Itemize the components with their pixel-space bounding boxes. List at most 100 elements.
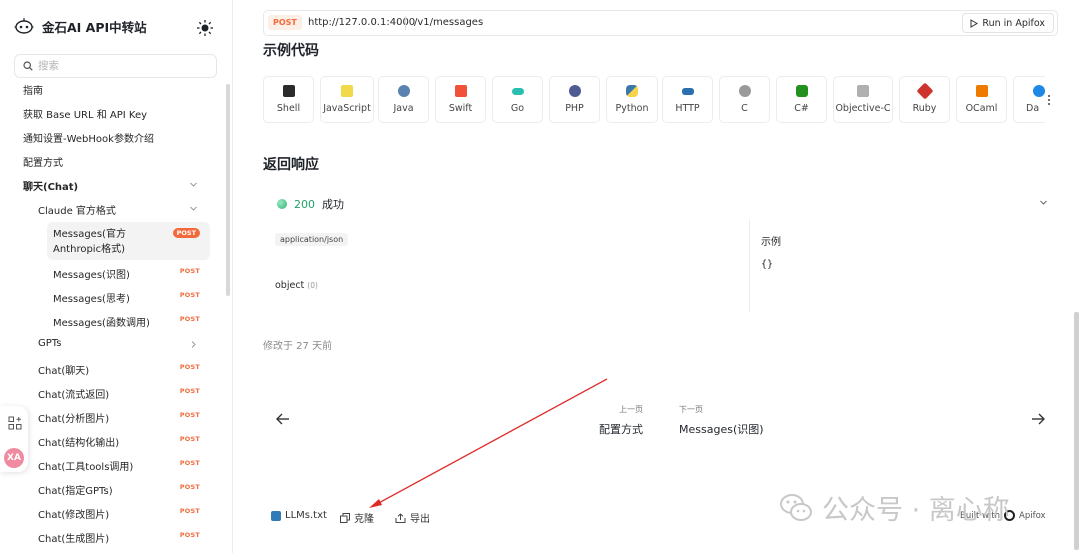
lang-label: C# [794,103,809,114]
method-badge: POST [179,387,200,395]
lang-tab-javascript[interactable]: JavaScript [320,76,374,123]
content-type-badge[interactable]: application/json [275,233,349,246]
lang-tab-shell[interactable]: Shell [263,76,314,123]
sidebar-group-label: 聊天(Chat) [23,182,79,193]
sidebar-item-chat-generate-image[interactable]: Chat(生成图片) POST [0,526,212,548]
chevron-down-icon [190,182,197,187]
c-icon [738,85,751,97]
sidebar-item-chat-edit-image[interactable]: Chat(修改图片) POST [0,502,212,524]
llms-label: LLMs.txt [285,510,327,521]
sidebar-item-webhook[interactable]: 通知设置-WebHook参数介绍 [0,126,212,148]
sun-icon[interactable] [196,19,214,37]
sidebar-item-messages-vision[interactable]: Messages(识图) POST [0,262,212,284]
status-text: 成功 [322,198,344,211]
search-box[interactable] [14,54,217,78]
lang-tab-swift[interactable]: Swift [435,76,486,123]
method-badge: POST [179,315,200,323]
sidebar-item-chat[interactable]: Chat(聊天) POST [0,358,212,380]
sidebar-item-label: Chat(分析图片) [38,414,110,425]
sidebar-item-label: 获取 Base URL 和 API Key [23,110,148,121]
main-scrollbar[interactable] [1074,312,1079,550]
sidebar-item-label: Chat(流式返回) [38,390,110,401]
lang-label: Go [510,103,525,114]
lang-tab-python[interactable]: Python [606,76,658,123]
sidebar-item-chat-stream[interactable]: Chat(流式返回) POST [0,382,212,404]
sidebar-item-config[interactable]: 配置方式 [0,150,212,172]
method-badge: POST [179,507,200,515]
more-vertical-icon[interactable] [1047,94,1051,106]
lang-tab-ocaml[interactable]: OCaml [956,76,1007,123]
sidebar-item-chat-tools[interactable]: Chat(工具tools调用) POST [0,454,212,476]
sidebar: 金石AI API中转站 指南 获取 Base URL 和 API Key [0,0,233,553]
base-url: http://127.0.0.1:4000 [308,17,416,28]
sidebar-item-label: Messages(函数调用) [53,318,150,329]
arrow-right-icon[interactable] [1030,411,1046,427]
sidebar-group-claude[interactable]: Claude 官方格式 [0,198,212,220]
translate-badge[interactable]: XA [4,448,24,468]
sidebar-item-label: Chat(修改图片) [38,510,110,521]
lang-tab-php[interactable]: PHP [549,76,600,123]
schema-type: object (0) [275,280,318,291]
sidebar-scrollbar[interactable] [226,84,230,296]
sidebar-item-label: Chat(工具tools调用) [38,462,134,473]
sidebar-item-messages-thinking[interactable]: Messages(思考) POST [0,286,212,308]
method-badge: POST [179,459,200,467]
response-status-row[interactable]: 200 成功 [277,196,344,212]
endpoint-path: /v1/messages [414,17,484,28]
status-code: 200 [294,197,315,211]
llms-link[interactable]: LLMs.txt [271,510,327,521]
lang-tab-dart[interactable]: Da [1013,76,1045,123]
clone-button[interactable]: 克隆 [340,510,374,525]
divider [749,220,750,312]
brand-title: 金石AI API中转站 [42,19,147,35]
sidebar-item-messages-functions[interactable]: Messages(函数调用) POST [0,310,212,332]
sidebar-item-chat-image-analysis[interactable]: Chat(分析图片) POST [0,406,212,428]
schema-count: (0) [307,281,318,290]
lang-tab-c[interactable]: C [719,76,770,123]
lang-tab-objective-c[interactable]: Objective-C [833,76,893,123]
dart-icon [1032,85,1045,97]
lang-tab-csharp[interactable]: C# [776,76,827,123]
arrow-left-icon[interactable] [275,411,291,427]
method-badge: POST [179,483,200,491]
lang-tab-ruby[interactable]: Ruby [899,76,950,123]
export-button[interactable]: 导出 [395,510,430,525]
sidebar-group-gpts[interactable]: GPTs [0,334,212,356]
apps-icon[interactable] [8,416,22,430]
status-dot-icon [277,199,287,209]
lang-label: C [741,103,748,114]
prev-page-link[interactable]: 配置方式 [563,421,643,437]
method-badge: POST [179,267,200,275]
request-url-bar: POST http://127.0.0.1:4000 /v1/messages … [263,10,1058,36]
next-page-caption: 下一页 [679,405,703,414]
lang-tab-go[interactable]: Go [492,76,543,123]
sidebar-item-label: Chat(聊天) [38,366,90,377]
sidebar-item-messages-active[interactable]: Messages(官方Anthropic格式) POST [47,222,210,260]
clone-label: 克隆 [354,514,374,525]
lang-tab-java[interactable]: Java [378,76,429,123]
sidebar-item-guide[interactable]: 指南 [0,78,212,100]
lang-label: Java [393,103,414,114]
javascript-icon [341,85,353,97]
lang-label: Python [615,103,649,114]
search-input[interactable] [38,60,198,72]
sidebar-item-chat-gpts[interactable]: Chat(指定GPTs) POST [0,478,212,500]
watermark: 公众号 · 离心称 [778,488,1010,527]
divider [405,16,406,30]
objective-c-icon [857,85,869,97]
sidebar-group-chat[interactable]: 聊天(Chat) [0,174,212,196]
sidebar-item-chat-structured[interactable]: Chat(结构化输出) POST [0,430,212,452]
brand[interactable]: 金石AI API中转站 [14,16,147,36]
floating-toolbar: XA [0,406,28,472]
run-in-apifox-button[interactable]: Run in Apifox [962,13,1054,33]
export-label: 导出 [410,514,430,525]
lang-tab-http[interactable]: HTTP [662,76,713,123]
chevron-down-icon[interactable] [1039,198,1048,207]
schema-type-label: object [275,280,305,291]
sidebar-item-base-url[interactable]: 获取 Base URL 和 API Key [0,102,212,124]
built-brand: Apifox [1019,510,1046,521]
watermark-text: 公众号 · 离心称 [822,495,1010,526]
lang-label: Swift [448,103,473,114]
chevron-right-icon [191,341,196,348]
next-page-link[interactable]: Messages(识图) [679,421,764,437]
